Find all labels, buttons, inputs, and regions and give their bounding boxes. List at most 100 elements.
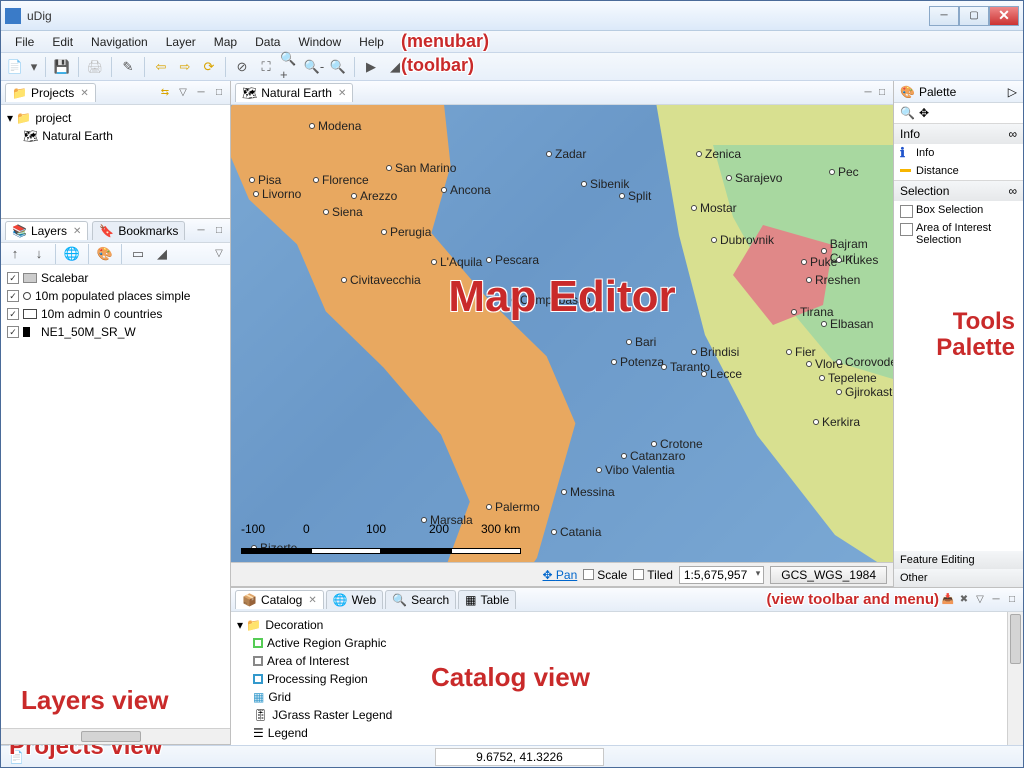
pin-icon[interactable]: ∞ (1008, 184, 1017, 198)
tab-projects[interactable]: 📁 Projects✕ (5, 83, 96, 102)
palette-section-header[interactable]: Info∞ (894, 124, 1023, 144)
stop-icon[interactable]: ⊘ (232, 57, 252, 77)
layer-row-raster[interactable]: ✓NE1_50M_SR_W (7, 323, 224, 341)
minimize-icon[interactable]: ─ (194, 224, 208, 238)
maximize-icon[interactable]: □ (1005, 593, 1019, 607)
palette-item-info[interactable]: Info (894, 144, 1023, 162)
tree-row-item[interactable]: Area of Interest (237, 652, 1017, 670)
crs-button[interactable]: GCS_WGS_1984 (770, 566, 887, 584)
refresh-icon[interactable]: ⟳ (199, 57, 219, 77)
edit-icon[interactable]: ✎ (118, 57, 138, 77)
scrollbar-thumb[interactable] (1010, 614, 1021, 664)
app-icon (5, 8, 21, 24)
tab-table[interactable]: ▦ Table (458, 590, 516, 609)
pan-tool-link[interactable]: ✥ Pan (543, 568, 578, 582)
layer-row-places[interactable]: ✓10m populated places simple (7, 287, 224, 305)
save-icon[interactable]: 💾 (52, 57, 72, 77)
menu-navigation[interactable]: Navigation (83, 33, 156, 51)
pan-tool-icon[interactable]: ✥ (919, 106, 929, 120)
close-icon[interactable]: ✕ (80, 88, 88, 99)
checkbox[interactable]: ✓ (7, 290, 19, 302)
layer-row-countries[interactable]: ✓10m admin 0 countries (7, 305, 224, 323)
down-icon[interactable]: ↓ (29, 244, 49, 264)
close-icon[interactable]: ✕ (73, 226, 81, 237)
forward-icon[interactable]: ⇨ (175, 57, 195, 77)
mylar-icon[interactable]: ◢ (152, 244, 172, 264)
minimize-icon[interactable]: ─ (194, 86, 208, 100)
tree-row-map[interactable]: 🗺 Natural Earth (7, 127, 224, 145)
palette-item-distance[interactable]: Distance (894, 162, 1023, 180)
print-icon[interactable]: 🖨 (85, 57, 105, 77)
eraser-icon[interactable]: ◢ (385, 57, 405, 77)
palette-item-aoi-selection[interactable]: Area of Interest Selection (894, 219, 1023, 249)
tab-layers[interactable]: 📚 Layers✕ (5, 221, 88, 240)
maximize-icon[interactable]: □ (212, 224, 226, 238)
scale-combo[interactable]: 1:5,675,957 (679, 566, 764, 584)
scale-checkbox[interactable]: Scale (583, 568, 627, 582)
tab-bookmarks[interactable]: 🔖 Bookmarks (92, 221, 185, 240)
tree-row-decoration[interactable]: ▾ 📁 Decoration (237, 616, 1017, 634)
minimize-icon[interactable]: ─ (861, 86, 875, 100)
globe-icon[interactable]: 🌐 (62, 244, 82, 264)
back-icon[interactable]: ⇦ (151, 57, 171, 77)
tab-natural-earth[interactable]: 🗺 Natural Earth✕ (235, 83, 353, 102)
minimize-icon[interactable]: ─ (989, 593, 1003, 607)
style-icon[interactable]: 🎨 (95, 244, 115, 264)
layer-row-scalebar[interactable]: ✓Scalebar (7, 269, 224, 287)
city-marker: San Marino (386, 161, 456, 175)
view-menu-icon[interactable]: ▽ (176, 86, 190, 100)
menu-data[interactable]: Data (247, 33, 288, 51)
tree-row-project[interactable]: ▾ 📁 project (7, 109, 224, 127)
view-menu-icon[interactable]: ▽ (212, 247, 226, 261)
zoom-extent-icon[interactable]: ⛶ (256, 57, 276, 77)
menu-file[interactable]: File (7, 33, 42, 51)
tab-web[interactable]: 🌐 Web (326, 590, 383, 609)
checkbox[interactable]: ✓ (7, 326, 19, 338)
palette-section-other[interactable]: Other (894, 569, 1023, 587)
dropdown-icon[interactable]: ▾ (29, 57, 39, 77)
coordinates-readout: 9.6752, 41.3226 (435, 748, 604, 766)
menu-layer[interactable]: Layer (158, 33, 204, 51)
close-icon[interactable]: ✕ (338, 88, 346, 99)
menu-help[interactable]: Help (351, 33, 392, 51)
filter-icon[interactable]: ▭ (128, 244, 148, 264)
minimize-button[interactable]: ─ (929, 6, 959, 26)
tree-row-item[interactable]: Processing Region (237, 670, 1017, 688)
pin-icon[interactable]: ∞ (1008, 127, 1017, 141)
tree-row-item[interactable]: Active Region Graphic (237, 634, 1017, 652)
close-button[interactable]: ✕ (989, 6, 1019, 26)
maximize-button[interactable]: ▢ (959, 6, 989, 26)
checkbox[interactable]: ✓ (7, 308, 19, 320)
maximize-icon[interactable]: □ (212, 86, 226, 100)
chevron-right-icon[interactable]: ▷ (1008, 85, 1017, 99)
zoom-out-icon[interactable]: 🔍- (304, 57, 324, 77)
zoom-in-icon[interactable]: 🔍+ (280, 57, 300, 77)
tree-row-item[interactable]: 🎚JGrass Raster Legend (237, 706, 1017, 724)
tree-row-item[interactable]: ☰Legend (237, 724, 1017, 742)
palette-item-box-selection[interactable]: Box Selection (894, 201, 1023, 219)
map-canvas[interactable]: ModenaZadarZenicaPisaFlorenceSan MarinoS… (231, 105, 893, 562)
tab-search[interactable]: 🔍 Search (385, 590, 456, 609)
palette-section-feature-editing[interactable]: Feature Editing (894, 551, 1023, 569)
horizontal-scrollbar[interactable] (1, 728, 230, 744)
remove-icon[interactable]: ✖ (957, 593, 971, 607)
import-icon[interactable]: 📥 (941, 593, 955, 607)
tree-row-item[interactable]: ▦Grid (237, 688, 1017, 706)
tiled-checkbox[interactable]: Tiled (633, 568, 673, 582)
menu-window[interactable]: Window (290, 33, 349, 51)
zoom-tool-icon[interactable]: 🔍 (900, 106, 915, 120)
vertical-scrollbar[interactable] (1007, 612, 1023, 745)
link-icon[interactable]: ⇆ (158, 86, 172, 100)
checkbox[interactable]: ✓ (7, 272, 19, 284)
tab-catalog[interactable]: 📦 Catalog✕ (235, 590, 324, 609)
zoom-layer-icon[interactable]: 🔍 (328, 57, 348, 77)
palette-section-header[interactable]: Selection∞ (894, 181, 1023, 201)
menu-map[interactable]: Map (206, 33, 245, 51)
new-icon[interactable]: 📄 (5, 57, 25, 77)
up-icon[interactable]: ↑ (5, 244, 25, 264)
commit-icon[interactable]: ▶ (361, 57, 381, 77)
view-menu-icon[interactable]: ▽ (973, 593, 987, 607)
scrollbar-thumb[interactable] (81, 731, 141, 742)
maximize-icon[interactable]: □ (875, 86, 889, 100)
menu-edit[interactable]: Edit (44, 33, 81, 51)
